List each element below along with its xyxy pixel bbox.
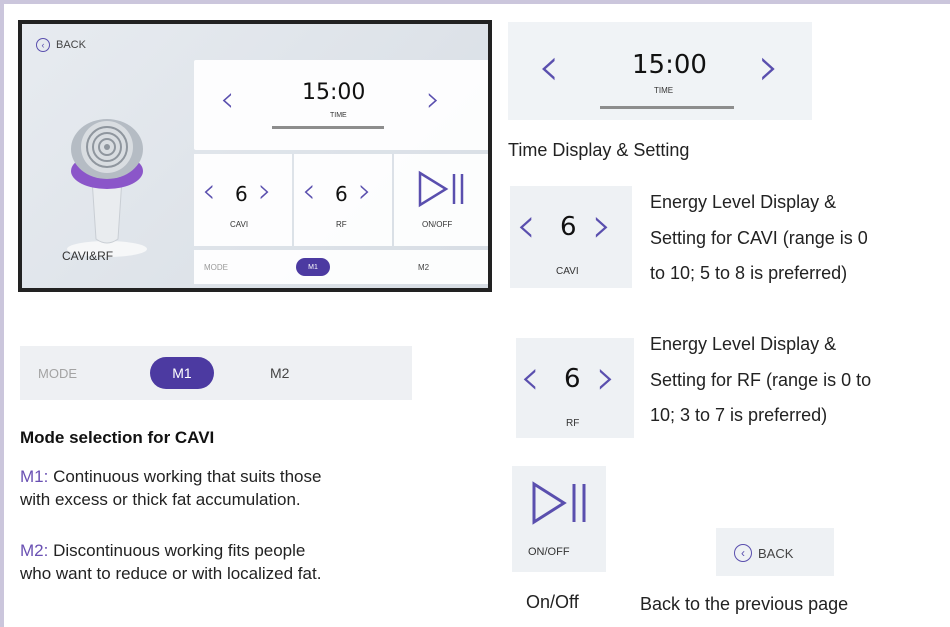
chevron-left-icon[interactable]: ‹ — [220, 82, 234, 118]
chevron-right-icon[interactable]: › — [758, 40, 780, 94]
chevron-right-icon[interactable]: › — [592, 200, 612, 250]
time-card: ‹ 15:00 TIME › — [194, 60, 488, 150]
chevron-left-icon[interactable]: ‹ — [520, 352, 540, 402]
mode-description-m1: M1: Continuous working that suits those … — [20, 466, 460, 512]
chevron-left-icon[interactable]: ‹ — [302, 174, 316, 208]
mode-strip-label: MODE — [38, 365, 77, 381]
mode-option-m1[interactable]: M1 — [296, 258, 330, 276]
back-caption: Back to the previous page — [640, 594, 849, 614]
time-underline — [272, 126, 384, 129]
chevron-left-icon[interactable]: ‹ — [202, 174, 216, 208]
chevron-left-icon[interactable]: ‹ — [516, 200, 536, 250]
cavi-caption: Energy Level Display & Setting for CAVI … — [650, 192, 868, 285]
onoff-label: ON/OFF — [422, 220, 453, 229]
cavi-caption-line: Energy Level Display & — [650, 192, 837, 212]
mode-key-m1: M1: — [20, 467, 49, 486]
rf-level-card: ‹ 6 › RF — [294, 154, 392, 246]
play-pause-icon — [532, 481, 586, 525]
rf-detail-card: ‹ 6 › RF — [516, 338, 634, 438]
time-detail-card: ‹ 15:00 TIME › — [508, 22, 812, 120]
back-detail-inner: ‹ BACK — [734, 544, 793, 562]
onoff-caption: On/Off — [526, 592, 579, 612]
chevron-right-icon[interactable]: › — [596, 352, 616, 402]
mode-strip-m2[interactable]: M2 — [270, 365, 289, 381]
time-label: TIME — [330, 112, 347, 119]
rf-detail-label: RF — [566, 418, 580, 429]
mode-strip: MODE M1 M2 — [20, 346, 412, 400]
time-detail-value: 15:00 — [632, 50, 707, 80]
rf-value: 6 — [335, 182, 348, 206]
rf-caption-line: Energy Level Display & — [650, 334, 837, 354]
cavi-value: 6 — [235, 182, 248, 206]
back-label: BACK — [56, 39, 86, 51]
chevron-left-icon[interactable]: ‹ — [538, 40, 560, 94]
device-label: CAVI&RF — [62, 249, 114, 263]
time-caption: Time Display & Setting — [508, 140, 690, 160]
onoff-button[interactable]: ON/OFF — [394, 154, 488, 246]
back-detail-button[interactable]: ‹ BACK — [716, 528, 834, 576]
mode-text-line: with excess or thick fat accumulation. — [20, 489, 301, 509]
rf-label: RF — [336, 220, 347, 229]
onoff-detail-label: ON/OFF — [528, 546, 570, 558]
mode-strip-m1[interactable]: M1 — [150, 357, 214, 389]
mode-label: MODE — [204, 262, 228, 272]
rf-detail-value: 6 — [564, 364, 581, 394]
mode-text-line: Discontinuous working fits people — [48, 541, 306, 560]
time-value: 15:00 — [302, 80, 366, 105]
mode-option-m2[interactable]: M2 — [418, 263, 429, 272]
mode-text-line: who want to reduce or with localized fat… — [20, 563, 322, 583]
cavi-caption-line: Setting for CAVI (range is 0 — [650, 227, 868, 248]
back-button[interactable]: ‹ BACK — [36, 38, 86, 52]
cavi-detail-value: 6 — [560, 212, 577, 242]
play-pause-icon — [418, 170, 464, 208]
mode-section-title: Mode selection for CAVI — [20, 428, 215, 447]
chevron-right-icon[interactable]: › — [258, 174, 272, 208]
page-frame-left — [0, 0, 4, 627]
control-panel: ‹ 15:00 TIME › ‹ 6 › CAVI ‹ 6 › RF ON/OF… — [194, 60, 488, 288]
cavi-caption-line: to 10; 5 to 8 is preferred) — [650, 263, 848, 284]
device-screen: ‹ BACK CAVI&RF ‹ 15:00 TIME › ‹ 6 › CAVI… — [18, 20, 492, 292]
cavi-detail-label: CAVI — [556, 266, 579, 277]
cavi-level-card: ‹ 6 › CAVI — [194, 154, 292, 246]
rf-caption-line: 10; 3 to 7 is preferred) — [650, 405, 828, 426]
cavi-detail-card: ‹ 6 › CAVI — [510, 186, 632, 288]
page-frame-top — [0, 0, 950, 4]
device-handpiece-illustration — [67, 119, 147, 257]
mode-key-m2: M2: — [20, 541, 49, 560]
mode-text-line: Continuous working that suits those — [48, 467, 322, 486]
mode-bar: MODE M1 M2 — [194, 250, 488, 284]
cavi-label: CAVI — [230, 220, 249, 229]
back-arrow-icon: ‹ — [36, 38, 50, 52]
mode-description-m2: M2: Discontinuous working fits people wh… — [20, 540, 460, 586]
back-arrow-icon: ‹ — [734, 544, 752, 562]
chevron-right-icon[interactable]: › — [358, 174, 372, 208]
rf-caption-line: Setting for RF (range is 0 to — [650, 369, 872, 390]
chevron-right-icon[interactable]: › — [426, 82, 440, 118]
time-detail-label: TIME — [654, 86, 674, 95]
rf-caption: Energy Level Display & Setting for RF (r… — [650, 334, 871, 427]
onoff-detail-card[interactable]: ON/OFF — [512, 466, 606, 572]
back-detail-label: BACK — [758, 545, 794, 561]
time-detail-underline — [600, 106, 734, 109]
